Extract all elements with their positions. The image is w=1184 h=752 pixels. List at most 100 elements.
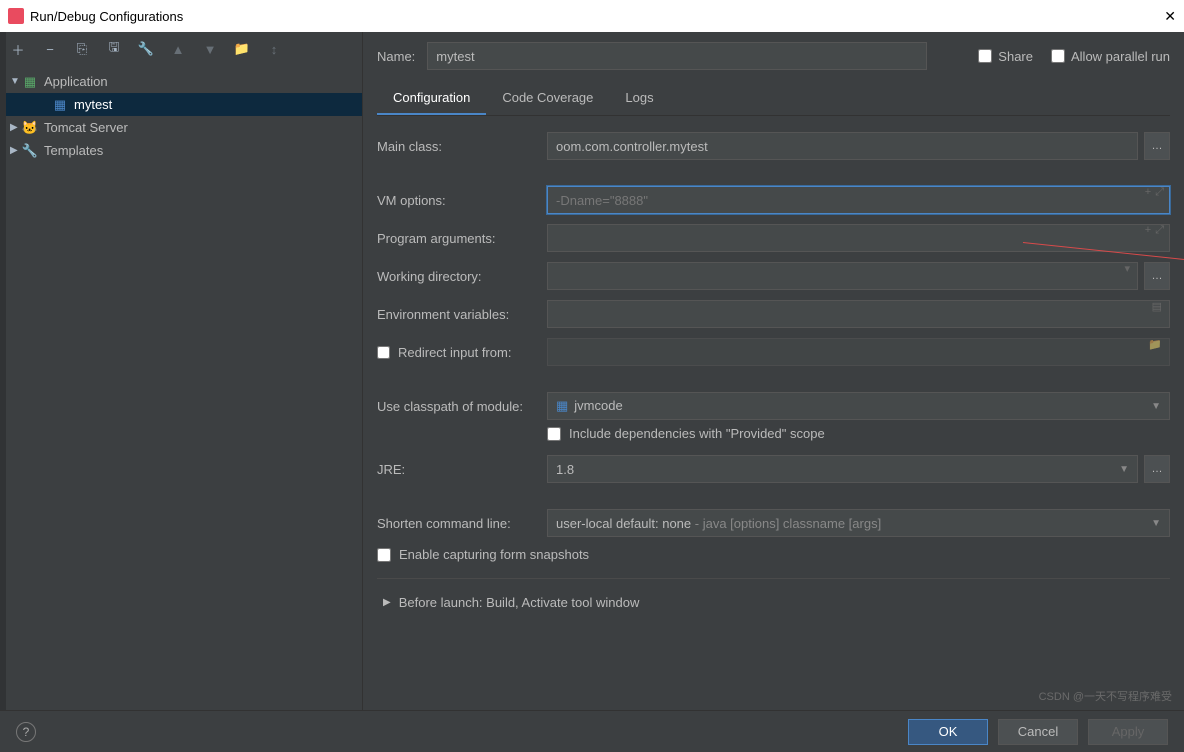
row-redirect: Redirect input from: 📁 — [377, 338, 1170, 366]
field-tools: + ⤢ — [1145, 224, 1164, 237]
chevron-right-icon: ▶ — [383, 597, 391, 608]
remove-icon[interactable]: − — [42, 41, 58, 57]
browse-icon: 📁 — [1148, 338, 1162, 351]
tree-application[interactable]: ▼ ▦ Application — [0, 70, 362, 93]
tab-logs[interactable]: Logs — [609, 82, 669, 115]
help-button[interactable]: ? — [16, 722, 36, 742]
working-dir-input[interactable] — [547, 262, 1138, 290]
redirect-checkbox[interactable] — [377, 346, 390, 359]
expand-icon[interactable]: ⤢ — [1155, 186, 1164, 199]
redirect-label: Redirect input from: — [377, 345, 547, 360]
up-icon: ▲ — [170, 41, 186, 57]
dialog-buttons: OK Cancel Apply — [908, 719, 1168, 745]
copy-icon[interactable]: ⎘ — [74, 41, 90, 57]
config-tree: ▼ ▦ Application ▦ mytest ▶ 🐱 Tomcat Serv… — [0, 66, 362, 166]
shorten-dropdown[interactable]: user-local default: none - java [options… — [547, 509, 1170, 537]
chevron-down-icon: ▼ — [10, 76, 22, 87]
tree-tomcat[interactable]: ▶ 🐱 Tomcat Server — [0, 116, 362, 139]
browse-jre-button[interactable]: … — [1144, 455, 1170, 483]
enable-capture-check[interactable]: Enable capturing form snapshots — [377, 547, 1170, 562]
program-args-label: Program arguments: — [377, 231, 547, 246]
vm-options-label: VM options: — [377, 193, 547, 208]
tomcat-icon: 🐱 — [22, 120, 38, 136]
close-icon[interactable]: ✕ — [1164, 8, 1176, 25]
expand-icon[interactable]: ⤢ — [1155, 224, 1164, 237]
row-working-dir: Working directory: ▾ … — [377, 262, 1170, 290]
list-icon[interactable]: ▤ — [1152, 300, 1162, 313]
left-gutter — [0, 32, 6, 710]
tree-mytest[interactable]: ▦ mytest — [0, 93, 362, 116]
classpath-dropdown[interactable]: ▦jvmcode ▼ — [547, 392, 1170, 420]
env-vars-label: Environment variables: — [377, 307, 547, 322]
save-icon[interactable]: 🖫 — [106, 41, 122, 57]
share-check[interactable]: Share — [978, 49, 1033, 64]
divider — [377, 578, 1170, 579]
ok-button[interactable]: OK — [908, 719, 988, 745]
tree-label: Application — [44, 74, 108, 89]
row-program-args: Program arguments: + ⤢ — [377, 224, 1170, 252]
jre-label: JRE: — [377, 462, 547, 477]
wrench-icon: 🔧 — [22, 143, 38, 159]
collapse-icon: ↕ — [266, 41, 282, 57]
insert-macro-icon[interactable]: + — [1145, 224, 1151, 237]
right-panel: Name: Share Allow parallel run Configura… — [363, 32, 1184, 710]
chevron-down-icon: ▼ — [1151, 401, 1161, 412]
module-icon: ▦ — [556, 398, 568, 413]
main-class-label: Main class: — [377, 139, 547, 154]
include-deps-check[interactable]: Include dependencies with "Provided" sco… — [547, 426, 1170, 441]
chevron-down-icon: ▼ — [1119, 464, 1129, 475]
include-deps-checkbox[interactable] — [547, 427, 561, 441]
app-icon — [8, 8, 24, 24]
tree-templates[interactable]: ▶ 🔧 Templates — [0, 139, 362, 162]
row-shorten: Shorten command line: user-local default… — [377, 509, 1170, 537]
working-dir-label: Working directory: — [377, 269, 547, 284]
jre-dropdown[interactable]: 1.8 ▼ — [547, 455, 1138, 483]
window-title-wrap: Run/Debug Configurations — [8, 8, 183, 24]
down-icon: ▼ — [202, 41, 218, 57]
name-label: Name: — [377, 49, 415, 64]
before-launch-section[interactable]: ▶ Before launch: Build, Activate tool wi… — [377, 595, 1170, 610]
parallel-checkbox[interactable] — [1051, 49, 1065, 63]
tab-configuration[interactable]: Configuration — [377, 82, 486, 115]
row-env-vars: Environment variables: ▤ — [377, 300, 1170, 328]
dd-icon[interactable]: ▾ — [1124, 262, 1130, 275]
row-classpath: Use classpath of module: ▦jvmcode ▼ — [377, 392, 1170, 420]
parallel-check[interactable]: Allow parallel run — [1051, 49, 1170, 64]
cancel-button[interactable]: Cancel — [998, 719, 1078, 745]
env-vars-input[interactable] — [547, 300, 1170, 328]
row-jre: JRE: 1.8 ▼ … — [377, 455, 1170, 483]
main-content: ＋ − ⎘ 🖫 🔧 ▲ ▼ 📁 ↕ ▼ ▦ Application ▦ myte… — [0, 32, 1184, 710]
bottom-bar: ? OK Cancel Apply — [0, 710, 1184, 752]
application-icon: ▦ — [22, 74, 38, 90]
vm-options-input[interactable] — [547, 186, 1170, 214]
chevron-right-icon: ▶ — [10, 145, 22, 156]
main-class-input[interactable] — [547, 132, 1138, 160]
folder-icon[interactable]: 📁 — [234, 41, 250, 57]
name-input[interactable] — [427, 42, 927, 70]
chevron-down-icon: ▼ — [1151, 518, 1161, 529]
top-checks: Share Allow parallel run — [978, 49, 1170, 64]
insert-macro-icon[interactable]: + — [1145, 186, 1151, 199]
wrench-icon[interactable]: 🔧 — [138, 41, 154, 57]
field-tools: + ⤢ — [1145, 186, 1164, 199]
program-args-input[interactable] — [547, 224, 1170, 252]
tree-label: Templates — [44, 143, 103, 158]
share-checkbox[interactable] — [978, 49, 992, 63]
config-file-icon: ▦ — [52, 97, 68, 113]
classpath-label: Use classpath of module: — [377, 399, 547, 414]
add-icon[interactable]: ＋ — [10, 41, 26, 57]
tree-label: Tomcat Server — [44, 120, 128, 135]
tree-label: mytest — [74, 97, 112, 112]
row-main-class: Main class: … — [377, 132, 1170, 160]
browse-main-class-button[interactable]: … — [1144, 132, 1170, 160]
left-panel: ＋ − ⎘ 🖫 🔧 ▲ ▼ 📁 ↕ ▼ ▦ Application ▦ myte… — [0, 32, 363, 710]
shorten-label: Shorten command line: — [377, 516, 547, 531]
tab-coverage[interactable]: Code Coverage — [486, 82, 609, 115]
redirect-input — [547, 338, 1170, 366]
browse-working-dir-button[interactable]: … — [1144, 262, 1170, 290]
enable-capture-checkbox[interactable] — [377, 548, 391, 562]
row-vm-options: VM options: + ⤢ — [377, 186, 1170, 214]
apply-button[interactable]: Apply — [1088, 719, 1168, 745]
titlebar: Run/Debug Configurations ✕ — [0, 0, 1184, 32]
config-toolbar: ＋ − ⎘ 🖫 🔧 ▲ ▼ 📁 ↕ — [0, 32, 362, 66]
